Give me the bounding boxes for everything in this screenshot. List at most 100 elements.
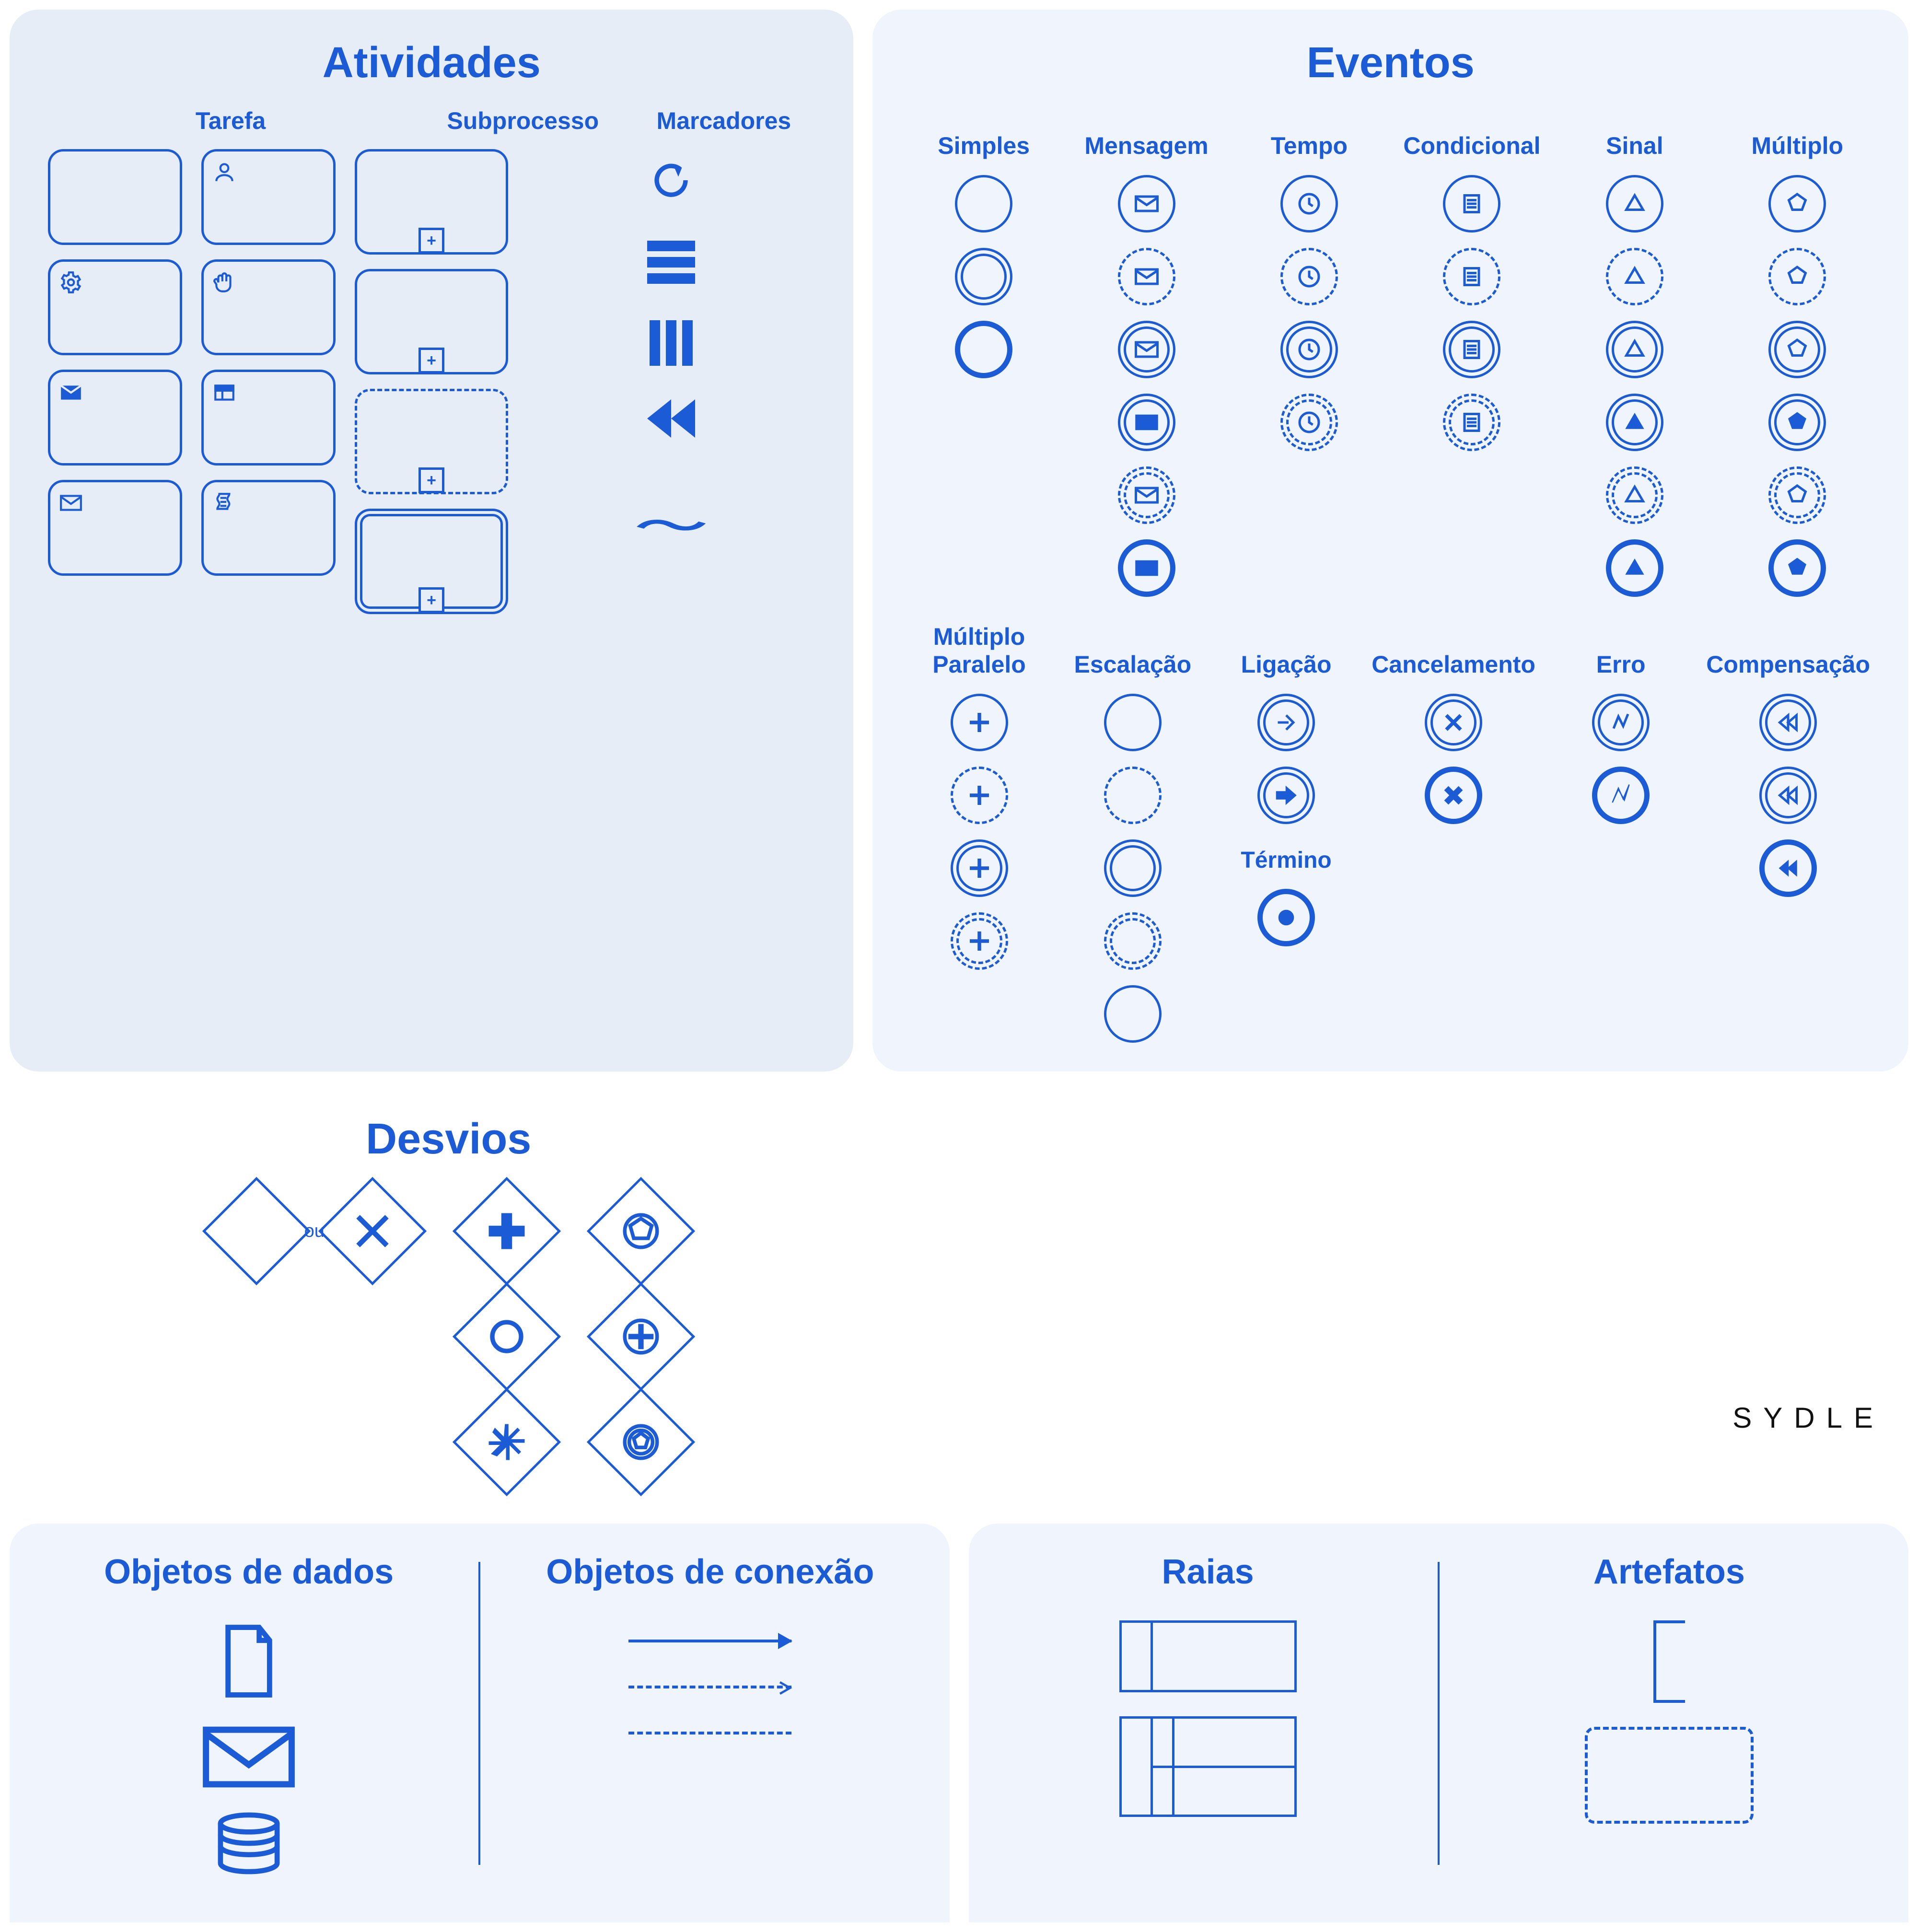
event-parallel-multiple-intermediate-noninterrupt-icon xyxy=(951,912,1008,970)
marker-parallel-vertical-icon xyxy=(650,320,693,366)
user-icon xyxy=(212,160,236,184)
subtitle-subprocesso: Subprocesso xyxy=(413,107,632,135)
col-simples: Simples xyxy=(938,107,1030,160)
association-icon xyxy=(628,1732,791,1734)
task-send-icon xyxy=(48,370,182,466)
envelope-filled-icon xyxy=(59,381,83,405)
event-multiple-end-icon xyxy=(1768,539,1826,597)
task-user-icon xyxy=(201,149,336,245)
event-terminate-icon xyxy=(1257,889,1315,946)
plus-marker-icon: + xyxy=(418,587,444,613)
event-timer-intermediate-noninterrupt-icon xyxy=(1280,394,1338,451)
event-signal-intermediate-noninterrupt-icon xyxy=(1606,466,1663,524)
event-escalation-start-icon xyxy=(1104,694,1162,751)
table-icon xyxy=(212,381,236,405)
event-escalation-intermediate-noninterrupt-icon xyxy=(1104,912,1162,970)
event-multiple-intermediate-throw-icon xyxy=(1768,394,1826,451)
hand-icon xyxy=(212,270,236,294)
panel-desvios: Desvios ou xyxy=(10,1091,888,1504)
event-timer-intermediate-icon xyxy=(1280,321,1338,378)
marker-compensation-icon xyxy=(647,399,695,438)
data-object-icon xyxy=(218,1620,280,1702)
title-objetos-dados: Objetos de dados xyxy=(104,1552,394,1592)
subprocess-expanded-icon: + xyxy=(355,269,508,374)
col-escalacao: Escalação xyxy=(1074,626,1191,678)
subtitle-marcadores: Marcadores xyxy=(632,107,815,135)
event-message-end-icon xyxy=(1118,539,1175,597)
gateway-parallel-event-based-icon xyxy=(587,1282,695,1391)
event-cancel-intermediate-icon xyxy=(1425,694,1482,751)
event-end-none-icon xyxy=(955,321,1012,378)
title-objetos-conexao: Objetos de conexão xyxy=(546,1552,874,1592)
subprocess-adhoc-icon: + xyxy=(355,389,508,494)
divider-icon xyxy=(478,1562,480,1865)
event-signal-start-icon xyxy=(1606,175,1663,233)
event-error-end-icon xyxy=(1592,767,1650,824)
event-conditional-start-icon xyxy=(1443,175,1500,233)
envelope-outline-icon xyxy=(59,491,83,515)
task-service-icon xyxy=(48,259,182,355)
event-parallel-multiple-intermediate-icon xyxy=(951,839,1008,897)
col-mensagem: Mensagem xyxy=(1084,107,1208,160)
pool-icon xyxy=(1119,1620,1297,1692)
data-message-icon xyxy=(201,1726,297,1788)
title-raias: Raias xyxy=(1162,1552,1254,1592)
event-signal-start-noninterrupt-icon xyxy=(1606,248,1663,305)
subprocess-collapsed-icon: + xyxy=(355,149,508,255)
data-store-icon xyxy=(213,1812,285,1874)
event-escalation-start-noninterrupt-icon xyxy=(1104,767,1162,824)
marker-adhoc-icon: 〜 xyxy=(635,497,707,549)
label-termino: Término xyxy=(1241,847,1331,873)
event-intermediate-none-icon xyxy=(955,248,1012,305)
col-ligacao: Ligação xyxy=(1241,626,1332,678)
col-multiplo: Múltiplo xyxy=(1751,107,1843,160)
col-cancelamento: Cancelamento xyxy=(1372,626,1535,678)
task-receive-icon xyxy=(48,480,182,576)
event-multiple-start-icon xyxy=(1768,175,1826,233)
event-message-intermediate-throw-icon xyxy=(1118,394,1175,451)
task-manual-icon xyxy=(201,259,336,355)
event-link-catch-icon xyxy=(1257,694,1315,751)
event-message-intermediate-catch-icon xyxy=(1118,321,1175,378)
event-timer-start-icon xyxy=(1280,175,1338,233)
event-message-start-noninterrupt-icon xyxy=(1118,248,1175,305)
gateway-complex-icon xyxy=(453,1388,561,1496)
gear-icon xyxy=(59,270,83,294)
event-compensation-end-icon xyxy=(1759,839,1817,897)
sequence-flow-icon xyxy=(628,1640,791,1642)
panel-bottom-left: Objetos de dados Objetos de conexão xyxy=(10,1524,950,1922)
event-link-throw-icon xyxy=(1257,767,1315,824)
event-escalation-intermediate-icon xyxy=(1104,839,1162,897)
title-artefatos: Artefatos xyxy=(1593,1552,1745,1592)
event-compensation-intermediate-catch-icon xyxy=(1759,694,1817,751)
brand-logo: SYDLE xyxy=(1732,1401,1884,1434)
script-icon xyxy=(212,491,236,515)
title-atividades: Atividades xyxy=(48,38,815,88)
pool-lanes-icon xyxy=(1119,1716,1297,1817)
title-eventos: Eventos xyxy=(911,38,1870,88)
task-business-rule-icon xyxy=(201,370,336,466)
gateway-inclusive-icon xyxy=(453,1282,561,1391)
plus-marker-icon: + xyxy=(418,467,444,493)
plus-marker-icon: + xyxy=(418,228,444,254)
event-conditional-start-noninterrupt-icon xyxy=(1443,248,1500,305)
event-cancel-end-icon xyxy=(1425,767,1482,824)
event-conditional-intermediate-noninterrupt-icon xyxy=(1443,394,1500,451)
event-parallel-multiple-start-icon xyxy=(951,694,1008,751)
message-flow-icon xyxy=(628,1686,791,1688)
event-signal-intermediate-catch-icon xyxy=(1606,321,1663,378)
panel-bottom-right: Raias Artefatos xyxy=(969,1524,1909,1922)
gateway-exclusive-plain-icon xyxy=(202,1177,311,1285)
gateway-parallel-icon xyxy=(453,1177,561,1285)
gateway-exclusive-event-based-icon xyxy=(587,1388,695,1496)
col-compensacao: Compensação xyxy=(1706,626,1870,678)
text-annotation-icon xyxy=(1653,1620,1685,1703)
col-sinal: Sinal xyxy=(1606,107,1663,160)
event-conditional-intermediate-icon xyxy=(1443,321,1500,378)
event-message-intermediate-noninterrupt-icon xyxy=(1118,466,1175,524)
event-signal-end-icon xyxy=(1606,539,1663,597)
gateway-exclusive-x-icon xyxy=(318,1177,427,1285)
event-multiple-intermediate-catch-icon xyxy=(1768,321,1826,378)
event-multiple-start-noninterrupt-icon xyxy=(1768,248,1826,305)
panel-eventos: Eventos Simples Mensagem xyxy=(872,10,1908,1071)
